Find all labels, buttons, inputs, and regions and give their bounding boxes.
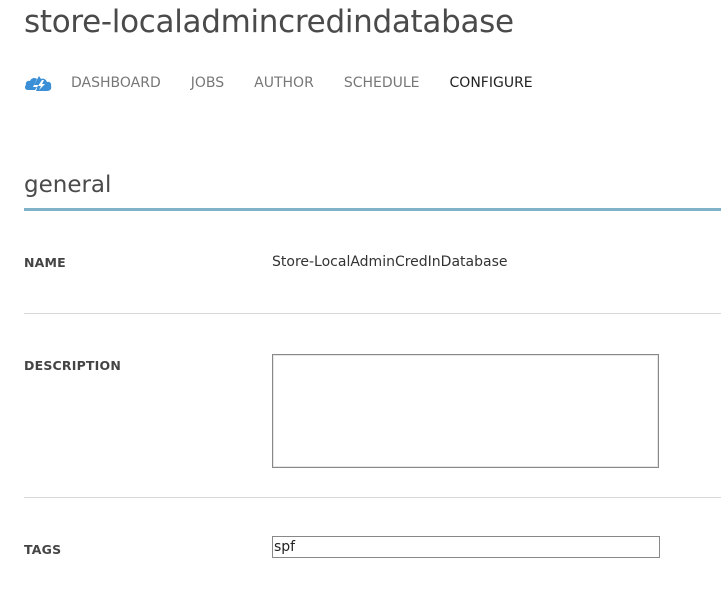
divider (24, 497, 721, 498)
tab-schedule[interactable]: SCHEDULE (344, 75, 420, 91)
page-title: store-localadmincredindatabase (24, 4, 514, 40)
description-textarea[interactable] (272, 354, 659, 468)
tab-dashboard[interactable]: DASHBOARD (71, 75, 161, 91)
section-title-general: general (24, 172, 112, 198)
tags-input[interactable]: spf (272, 536, 660, 558)
tab-jobs[interactable]: JOBS (191, 75, 224, 91)
tab-author[interactable]: AUTHOR (254, 75, 314, 91)
name-value: Store-LocalAdminCredInDatabase (272, 254, 508, 270)
description-label: DESCRIPTION (24, 358, 121, 373)
divider (24, 313, 721, 314)
automation-cloud-icon[interactable] (24, 73, 52, 93)
tab-configure[interactable]: CONFIGURE (450, 75, 533, 91)
name-label: NAME (24, 255, 66, 270)
tags-label: TAGS (24, 542, 62, 557)
section-underline (24, 208, 721, 211)
runbook-configure-page: store-localadmincredindatabase DASHBOARD… (0, 0, 721, 601)
runbook-nav: DASHBOARD JOBS AUTHOR SCHEDULE CONFIGURE (24, 71, 563, 95)
